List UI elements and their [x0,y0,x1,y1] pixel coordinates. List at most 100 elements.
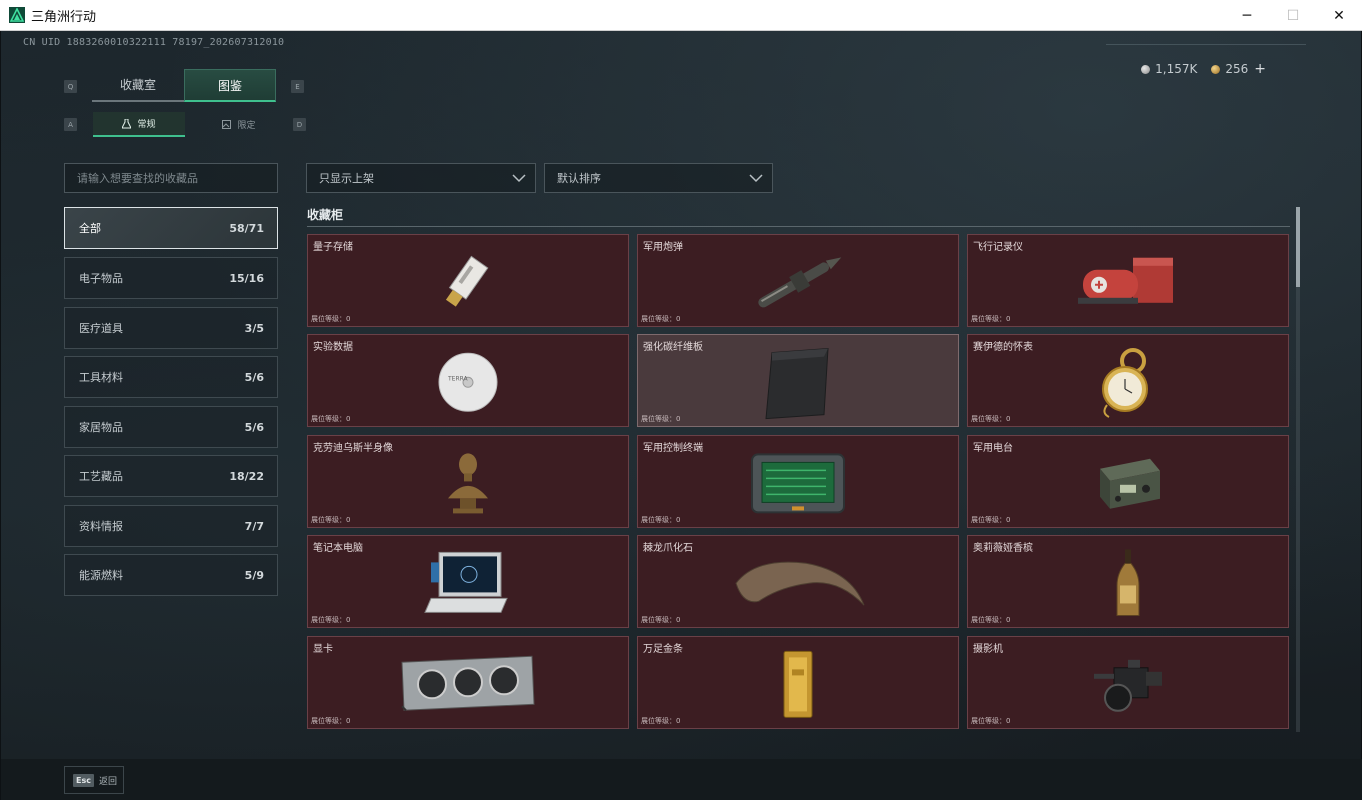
collection-card[interactable]: 笔记本电脑 展位等级：0 [307,535,629,628]
item-level: 展位等级：0 [641,717,681,725]
item-name: 军用控制终端 [643,443,703,454]
close-button[interactable]: ✕ [1316,0,1362,31]
radio-icon [1100,458,1160,509]
item-level: 展位等级：0 [971,616,1011,624]
shelf-filter-dropdown[interactable]: 只显示上架 [306,163,536,193]
category-tools[interactable]: 工具材料 5/6 [64,356,278,398]
category-label: 能源燃料 [79,569,123,582]
category-count: 5/6 [244,370,264,384]
tab-collection-room[interactable]: 收藏室 [92,69,184,102]
item-level: 展位等级：0 [641,415,681,423]
collection-search-input[interactable] [64,163,278,193]
collection-card[interactable]: 强化碳纤维板 展位等级：0 [637,334,959,427]
claw-fossil-icon [735,561,865,606]
flask-icon [122,118,132,128]
esc-key-icon: Esc [73,773,94,787]
category-electronics[interactable]: 电子物品 15/16 [64,257,278,299]
collection-card[interactable]: 军用电台 展位等级：0 [967,435,1289,528]
collection-card[interactable]: 实验数据 TERRA 展位等级：0 [307,334,629,427]
category-all[interactable]: 全部 58/71 [64,207,278,249]
category-count: 7/7 [244,519,264,533]
collection-card[interactable]: 克劳迪乌斯半身像 展位等级：0 [307,435,629,528]
item-name: 摄影机 [973,644,1003,655]
item-name: 万足金条 [643,644,683,655]
collection-card[interactable]: 赛伊德的怀表 展位等级：0 [967,334,1289,427]
collection-card[interactable]: 万足金条 展位等级：0 [637,636,959,729]
bottom-bar: Esc 返回 [1,759,1362,800]
game-viewport: CN UID 1883260010322111 78197_2026073120… [0,31,1362,800]
gold-amount: 256 [1225,62,1249,76]
artillery-shell-icon [758,256,842,307]
add-currency-button[interactable]: + [1254,61,1266,77]
gold-bar-icon [783,650,813,718]
back-label: 返回 [98,776,117,787]
disc-icon: TERRA [438,352,498,412]
item-level: 展位等级：0 [311,315,351,323]
pocket-watch-icon [1102,347,1148,418]
category-label: 工具材料 [79,371,123,384]
subtab-regular[interactable]: 常规 [93,112,185,137]
category-energy[interactable]: 能源燃料 5/9 [64,554,278,596]
chevron-down-icon [512,174,526,183]
category-household[interactable]: 家居物品 5/6 [64,406,278,448]
gold-coin-icon [1211,65,1221,74]
item-level: 展位等级：0 [971,415,1011,423]
tab-codex[interactable]: 图鉴 [184,69,276,102]
subtab-limited[interactable]: 限定 [193,112,285,137]
item-level: 展位等级：0 [311,717,351,725]
champagne-icon [1116,548,1140,616]
collection-grid: 量子存储 展位等级：0 军用炮弹 展位等级：0 飞行记录仪 展位等级：0 实验数… [307,234,1290,730]
scrollbar-thumb[interactable] [1296,207,1300,287]
collection-card[interactable]: 显卡 展位等级：0 [307,636,629,729]
svg-text:TERRA: TERRA [447,375,469,382]
collection-card[interactable]: 军用控制终端 展位等级：0 [637,435,959,528]
tab-prev-key-hint[interactable]: Q [64,80,77,93]
collection-card[interactable]: 棘龙爪化石 展位等级：0 [637,535,959,628]
camera-icon [1094,659,1162,712]
subtab-next-key-hint[interactable]: D [293,118,306,131]
grid-scrollbar[interactable] [1296,207,1300,732]
minimize-button[interactable]: ─ [1224,0,1270,31]
image-frame-icon [222,120,232,129]
category-crafts[interactable]: 工艺藏品 18/22 [64,455,278,497]
subtab-limited-label: 限定 [237,121,256,131]
control-terminal-icon [751,452,845,513]
collection-card[interactable]: 军用炮弹 展位等级：0 [637,234,959,327]
category-count: 5/9 [244,568,264,582]
category-count: 58/71 [229,221,264,235]
item-name: 军用电台 [973,443,1013,454]
collection-card[interactable]: 飞行记录仪 展位等级：0 [967,234,1289,327]
category-intel[interactable]: 资料情报 7/7 [64,505,278,547]
category-medical[interactable]: 医疗道具 3/5 [64,307,278,349]
item-level: 展位等级：0 [311,616,351,624]
item-name: 实验数据 [313,342,353,353]
gold-currency: 256 + [1211,61,1266,77]
app-logo-icon [9,7,25,23]
item-level: 展位等级：0 [641,516,681,524]
item-name: 笔记本电脑 [313,543,363,554]
item-level: 展位等级：0 [641,616,681,624]
item-level: 展位等级：0 [971,717,1011,725]
bust-icon [448,452,488,513]
item-name: 量子存储 [313,242,353,253]
item-level: 展位等级：0 [311,516,351,524]
collection-card[interactable]: 量子存储 展位等级：0 [307,234,629,327]
collection-card[interactable]: 摄影机 展位等级：0 [967,636,1289,729]
section-title: 收藏柜 [307,208,344,222]
chevron-down-icon [749,174,763,183]
item-name: 强化碳纤维板 [643,342,703,353]
tab-next-key-hint[interactable]: E [291,80,304,93]
subtab-regular-label: 常规 [137,120,156,130]
item-name: 棘龙爪化石 [643,543,693,554]
category-label: 家居物品 [79,421,123,434]
subtab-prev-key-hint[interactable]: A [64,118,77,131]
usb-drive-icon [445,255,489,307]
maximize-button[interactable]: ☐ [1270,0,1316,31]
shelf-filter-value: 只显示上架 [319,172,374,185]
item-level: 展位等级：0 [971,516,1011,524]
collection-card[interactable]: 奥莉薇娅香槟 展位等级：0 [967,535,1289,628]
back-button[interactable]: Esc 返回 [64,766,124,794]
category-count: 5/6 [244,420,264,434]
currency-bar: 1,157K 256 + [1141,61,1266,77]
sort-dropdown[interactable]: 默认排序 [544,163,773,193]
